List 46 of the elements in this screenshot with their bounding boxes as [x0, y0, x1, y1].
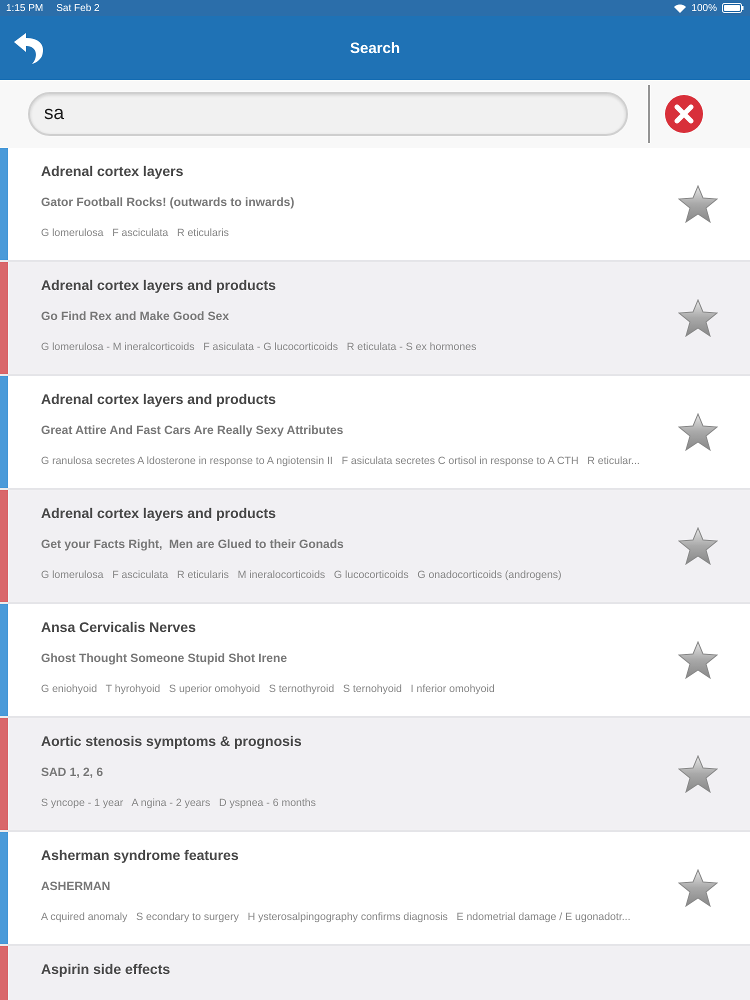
result-row[interactable]: Aspirin side effects [0, 946, 750, 1000]
result-title: Aortic stenosis symptoms & prognosis [41, 733, 303, 751]
result-title: Ansa Cervicalis Nerves [41, 619, 197, 637]
result-title: Aspirin side effects [41, 961, 172, 979]
wifi-icon [674, 4, 686, 12]
result-detail: A cquired anomaly S econdary to surgery H ysterosalpingography confirms diagnosis E ndometrial damage / E ugonadotr... [41, 911, 632, 923]
result-detail: S yncope - 1 year A ngina - 2 years D yspnea - 6 months [41, 797, 317, 809]
star-icon[interactable] [678, 641, 718, 679]
star-icon[interactable] [678, 185, 718, 223]
star-icon[interactable] [678, 755, 718, 793]
back-arrow-icon[interactable] [12, 32, 46, 64]
result-title: Asherman syndrome features [41, 847, 240, 865]
result-title: Adrenal cortex layers and products [41, 391, 277, 409]
result-row[interactable]: Adrenal cortex layers Gator Football Rocks! (outwards to inwards) G lomerulosa F asciculata R eticularis [0, 148, 750, 262]
star-icon[interactable] [678, 527, 718, 565]
result-detail: G ranulosa secretes A ldosterone in response to A ngiotensin II F asiculata secretes C ortisol in response to A CTH R eticular... [41, 455, 641, 467]
status-date: Sat Feb 2 [56, 2, 100, 14]
result-mnemonic: Get your Facts Right, Men are Glued to their Gonads [41, 537, 345, 553]
result-detail: G lomerulosa - M ineralcorticoids F asiculata - G lucocorticoids R eticulata - S ex hormones [41, 341, 478, 353]
star-icon[interactable] [678, 299, 718, 337]
result-detail: G lomerulosa F asciculata R eticularis [41, 227, 230, 239]
result-title: Adrenal cortex layers [41, 163, 184, 181]
nav-title: Search [350, 40, 400, 56]
result-title: Adrenal cortex layers and products [41, 277, 277, 295]
result-row[interactable]: Asherman syndrome features ASHERMAN A cquired anomaly S econdary to surgery H ysterosalpingography confirms diagnosis E ndometrial damage / E ugonadotr... [0, 832, 750, 946]
battery-percentage: 100% [691, 2, 717, 14]
result-row[interactable]: Adrenal cortex layers and products Get your Facts Right, Men are Glued to their Gonads G lomerulosa F asciculata R eticularis M ineralocorticoids G lucocorticoids G onadocorticoids (androgens) [0, 490, 750, 604]
result-row[interactable]: Ansa Cervicalis Nerves Ghost Thought Someone Stupid Shot Irene G eniohyoid T hyrohyoid S uperior omohyoid S ternothyroid S ternohyoid I nferior omohyoid [0, 604, 750, 718]
result-detail: G eniohyoid T hyrohyoid S uperior omohyoid S ternothyroid S ternohyoid I nferior omohyoid [41, 683, 496, 695]
search-field[interactable]: sa [28, 92, 628, 136]
clear-icon[interactable] [665, 95, 703, 133]
star-icon[interactable] [678, 869, 718, 907]
battery-icon [722, 3, 744, 13]
result-mnemonic: SAD 1, 2, 6 [41, 765, 104, 781]
result-row[interactable]: Aortic stenosis symptoms & prognosis SAD 1, 2, 6 S yncope - 1 year A ngina - 2 years D yspnea - 6 months [0, 718, 750, 832]
result-mnemonic: Go Find Rex and Make Good Sex [41, 309, 230, 325]
result-mnemonic: Gator Football Rocks! (outwards to inwards) [41, 195, 296, 211]
status-time: 1:15 PM [6, 2, 44, 14]
result-mnemonic: Ghost Thought Someone Stupid Shot Irene [41, 651, 288, 667]
result-mnemonic: Great Attire And Fast Cars Are Really Sexy Attributes [41, 423, 344, 439]
result-row[interactable]: Adrenal cortex layers and products Go Find Rex and Make Good Sex G lomerulosa - M ineralcorticoids F asiculata - G lucocorticoids R eticulata - S ex hormones [0, 262, 750, 376]
result-detail: G lomerulosa F asciculata R eticularis M ineralocorticoids G lucocorticoids G onadocorticoids (androgens) [41, 569, 563, 581]
result-row[interactable] [0, 376, 750, 490]
result-mnemonic: ASHERMAN [41, 879, 112, 895]
result-title: Adrenal cortex layers and products [41, 505, 277, 523]
star-icon[interactable] [678, 413, 718, 451]
